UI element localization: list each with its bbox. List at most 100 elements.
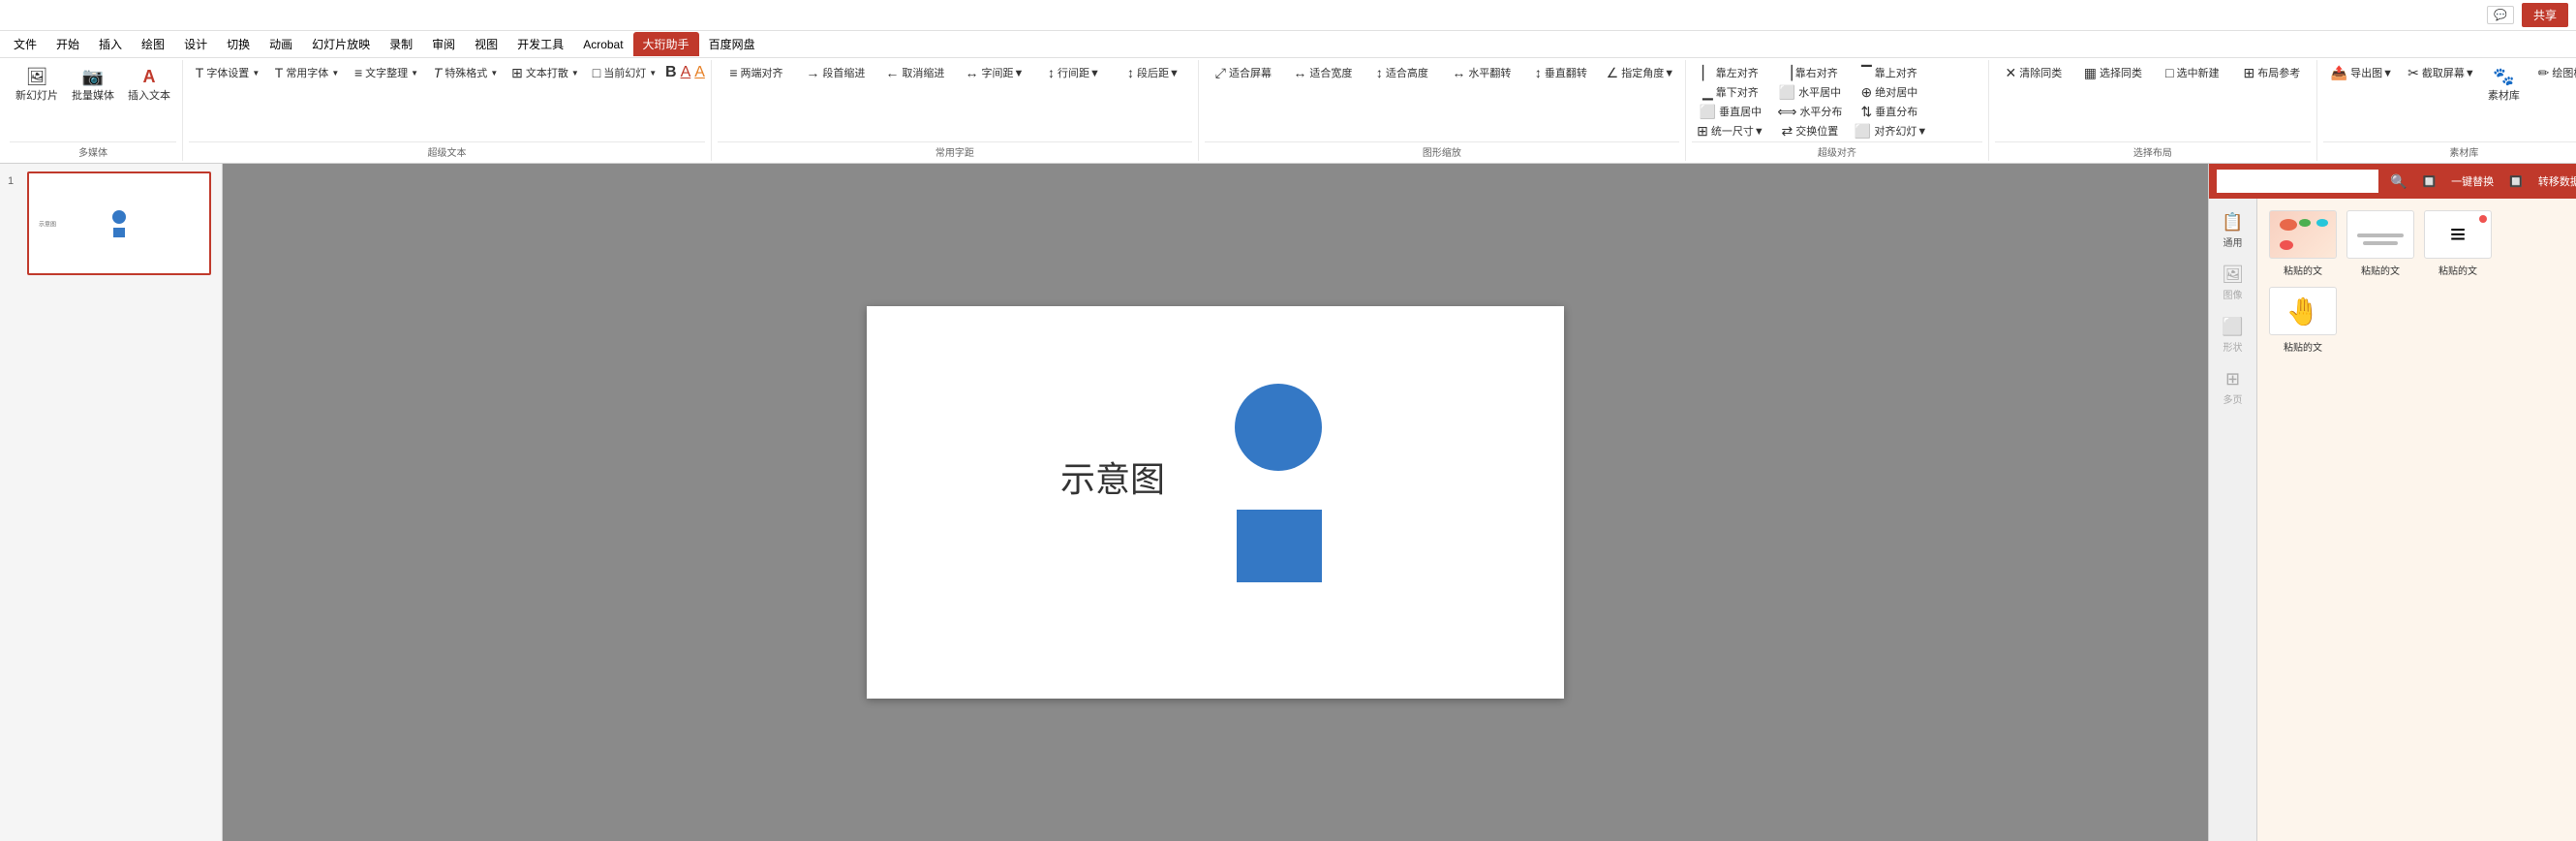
clipboard-item-1[interactable]: 粘贴的文 [2269, 210, 2337, 277]
image-label: 图像 [2223, 287, 2243, 301]
clipboard-item-3[interactable]: ≡ 粘贴的文 [2424, 210, 2492, 277]
swap-btn[interactable]: ⇄ 交换位置 [1771, 122, 1849, 140]
menu-slideshow[interactable]: 幻灯片放映 [302, 32, 380, 56]
clipboard-item-label-3: 粘贴的文 [2438, 263, 2477, 277]
ribbon: 🖼 新幻灯片 📷 批量媒体 A 插入文本 多媒体 T 字体设置 [0, 58, 2576, 164]
slides-panel: 1 示意图 [0, 164, 223, 841]
clear-same-btn[interactable]: ✕ 清除同类 [1995, 64, 2072, 81]
line-spacing-btn[interactable]: ↕ 行间距▼ [1035, 64, 1113, 81]
clipboard-item-2[interactable]: 粘贴的文 [2346, 210, 2414, 277]
current-slide-icon: □ [593, 66, 600, 79]
center-h-btn[interactable]: ⬜ 水平居中 [1771, 83, 1849, 101]
distribute-v-btn[interactable]: ⇅ 垂直分布 [1851, 103, 1928, 120]
menu-switch[interactable]: 切换 [217, 32, 260, 56]
current-slide-btn[interactable]: □ 当前幻灯 ▼ [586, 64, 663, 81]
share-button[interactable]: 共享 [2522, 3, 2568, 27]
clipboard-transfer-btn[interactable]: 转移数据库 [2534, 171, 2576, 191]
clipboard-search-btn[interactable]: 🔍 [2386, 171, 2410, 192]
indent-first-btn[interactable]: → 段首缩进 [797, 64, 874, 81]
ribbon-content: 🖼 新幻灯片 📷 批量媒体 A 插入文本 多媒体 T 字体设置 [0, 60, 2576, 161]
align-both-label: 两端对齐 [740, 65, 782, 80]
center-abs-label: 绝对居中 [1875, 84, 1917, 100]
sidebar-item-general[interactable]: 📋 通用 [2212, 206, 2254, 255]
center-abs-btn[interactable]: ⊕ 绝对居中 [1851, 83, 1928, 101]
bold-btn[interactable]: B [665, 64, 677, 81]
sidebar-item-image[interactable]: 🖼 图像 [2212, 259, 2254, 307]
angle-btn[interactable]: ∠ 指定角度▼ [1602, 64, 1679, 81]
char-spacing-btn[interactable]: ↔ 字间距▼ [956, 64, 1033, 81]
dot-green [2299, 219, 2311, 227]
para-spacing-btn[interactable]: ↕ 段后距▼ [1115, 64, 1192, 81]
export-fig-btn[interactable]: 📤 导出图▼ [2323, 64, 2401, 81]
align-both-btn[interactable]: ≡ 两端对齐 [718, 64, 795, 81]
menu-review[interactable]: 审阅 [422, 32, 465, 56]
draw-board-btn[interactable]: ✏ 绘图板▼ [2528, 64, 2576, 81]
sidebar-item-multipage[interactable]: ⊞ 多页 [2212, 363, 2254, 412]
menu-dajiang[interactable]: 大珩助手 [633, 32, 699, 56]
align-right-btn[interactable]: ▕ 靠右对齐 [1771, 64, 1849, 81]
insert-text-btn[interactable]: A 插入文本 [122, 64, 176, 107]
ribbon-group-selectlayout: ✕ 清除同类 ▦ 选择同类 □ 选中新建 ⊞ 布局参考 选择布局 [1989, 60, 2317, 161]
fit-width-label: 适合宽度 [1309, 65, 1352, 80]
common-font-btn[interactable]: T 常用字体 ▼ [268, 64, 346, 81]
menu-file[interactable]: 文件 [4, 32, 46, 56]
slide-thumbnail-1[interactable]: 示意图 [27, 171, 211, 275]
select-same-btn[interactable]: ▦ 选择同类 [2074, 64, 2152, 81]
ribbon-group-multimedia: 🖼 新幻灯片 📷 批量媒体 A 插入文本 多媒体 [4, 60, 183, 161]
fit-height-btn[interactable]: ↕ 适合高度 [1364, 64, 1441, 81]
hflip-btn[interactable]: ↔ 水平翻转 [1443, 64, 1520, 81]
select-new-btn[interactable]: □ 选中新建 [2154, 64, 2231, 81]
menu-acrobat[interactable]: Acrobat [573, 34, 632, 55]
text-scatter-arrow: ▼ [571, 69, 579, 78]
menu-start[interactable]: 开始 [46, 32, 89, 56]
menu-design[interactable]: 设计 [174, 32, 217, 56]
batch-media-btn[interactable]: 📷 批量媒体 [66, 64, 120, 107]
center-h-label: 水平居中 [1798, 84, 1841, 100]
fit-width-btn[interactable]: ↔ 适合宽度 [1284, 64, 1362, 81]
align-bottom-btn[interactable]: ▁ 靠下对齐 [1692, 83, 1769, 101]
menu-animation[interactable]: 动画 [260, 32, 302, 56]
special-format-btn[interactable]: T 特殊格式 ▼ [427, 64, 505, 81]
color-a2-btn[interactable]: A [694, 64, 705, 81]
material-lib-btn[interactable]: 🐾 素材库 [2482, 64, 2526, 107]
slide-align-btn[interactable]: ⬜ 对齐幻灯▼ [1851, 122, 1931, 140]
align-top-btn[interactable]: ▔ 靠上对齐 [1851, 64, 1928, 81]
new-slide-btn[interactable]: 🖼 新幻灯片 [10, 64, 64, 107]
hand-icon: 🤚 [2286, 296, 2320, 327]
fit-height-icon: ↕ [1376, 66, 1383, 79]
distribute-h-icon: ⟺ [1777, 105, 1796, 118]
slide-canvas[interactable]: 示意图 [867, 306, 1564, 699]
cut-screen-btn[interactable]: ✂ 截取屏幕▼ [2403, 64, 2480, 81]
same-size-btn[interactable]: ⊞ 统一尺寸▼ [1692, 122, 1769, 140]
menu-view[interactable]: 视图 [465, 32, 507, 56]
current-slide-label: 当前幻灯 [603, 65, 646, 80]
special-format-arrow: ▼ [490, 69, 498, 78]
clipboard-search-input[interactable] [2217, 170, 2378, 193]
right-panel: 🔍 🔲 一键替换 🔲 转移数据库 ✕ 📋 通用 🖼 图像 [2208, 164, 2576, 841]
color-a1-btn[interactable]: A [681, 64, 691, 81]
distribute-h-btn[interactable]: ⟺ 水平分布 [1771, 103, 1849, 120]
vflip-btn[interactable]: ↕ 垂直翻转 [1522, 64, 1600, 81]
clipboard-replace-btn[interactable]: 一键替换 [2447, 171, 2498, 191]
clipboard-item-4[interactable]: 🤚 粘贴的文 [2269, 287, 2337, 354]
sidebar-item-shape[interactable]: ⬜ 形状 [2212, 311, 2254, 359]
font-settings-btn[interactable]: T 字体设置 ▼ [189, 64, 266, 81]
align-right-icon: ▕ [1782, 66, 1793, 79]
menu-insert[interactable]: 插入 [89, 32, 132, 56]
text-scatter-btn[interactable]: ⊞ 文本打散 ▼ [506, 64, 584, 81]
cancel-indent-btn[interactable]: ← 取消缩进 [876, 64, 954, 81]
menu-devtools[interactable]: 开发工具 [507, 32, 573, 56]
text-layout-btn[interactable]: ≡ 文字整理 ▼ [348, 64, 425, 81]
menu-baidu[interactable]: 百度网盘 [699, 32, 765, 56]
cut-screen-label: 截取屏幕▼ [2422, 65, 2475, 80]
align-left-btn[interactable]: ▏ 靠左对齐 [1692, 64, 1769, 81]
ribbon-group-spacing: ≡ 两端对齐 → 段首缩进 ← 取消缩进 ↔ 字间距▼ ↕ 行间距▼ [712, 60, 1199, 161]
menu-draw[interactable]: 绘图 [132, 32, 174, 56]
layout-ref-btn[interactable]: ⊞ 布局参考 [2233, 64, 2311, 81]
chat-button[interactable]: 💬 [2487, 6, 2514, 24]
center-v-btn[interactable]: ⬜ 垂直居中 [1692, 103, 1769, 120]
menu-record[interactable]: 录制 [380, 32, 422, 56]
fit-screen-btn[interactable]: ⤢ 适合屏幕 [1205, 64, 1282, 81]
clipboard-item-label-1: 粘贴的文 [2284, 263, 2322, 277]
text-layout-arrow: ▼ [411, 69, 418, 78]
